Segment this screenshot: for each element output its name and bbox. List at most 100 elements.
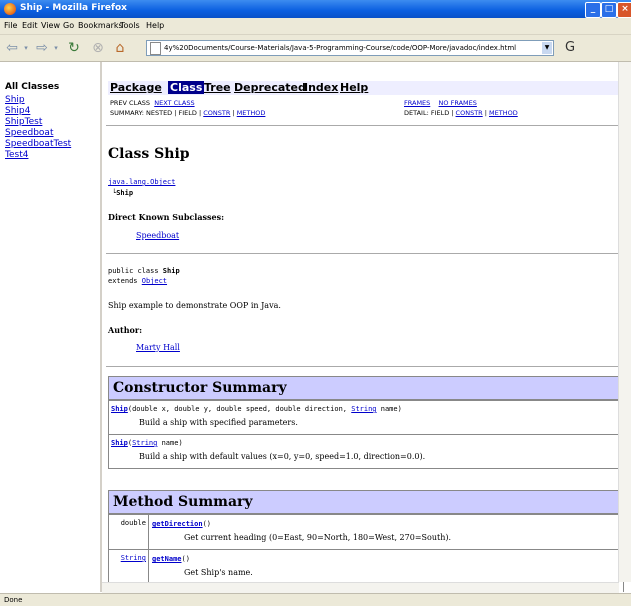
nav-class-current: Class [168, 81, 205, 94]
nav-tree[interactable]: Tree [204, 81, 231, 94]
detail-links: DETAIL: FIELD | CONSTR | METHOD [404, 109, 518, 117]
summary-method-link[interactable]: METHOD [237, 109, 266, 117]
extends-line: extends Object [108, 277, 167, 285]
method-description: Get Ship's name. [184, 568, 253, 577]
go-icon[interactable]: G [565, 40, 581, 56]
subclass-link-speedboat[interactable]: Speedboat [136, 231, 179, 240]
class-title: Class Ship [108, 146, 190, 162]
table-row: double getDirection() Get current headin… [109, 514, 623, 549]
summary-constr-link[interactable]: CONSTR [203, 109, 230, 117]
table-row: Ship(double x, double y, double speed, d… [109, 400, 623, 434]
method-summary-table: Method Summary double getDirection() Get… [108, 490, 624, 592]
decl-name: Ship [162, 267, 180, 275]
return-type-link[interactable]: String [121, 554, 146, 562]
all-classes-heading: All Classes [5, 82, 60, 92]
vertical-scrollbar[interactable] [618, 62, 631, 582]
detail-prefix: DETAIL: FIELD | [404, 109, 454, 117]
back-arrow-icon[interactable]: ⇦ [4, 40, 20, 56]
divider [106, 253, 624, 254]
no-frames-link[interactable]: NO FRAMES [439, 99, 477, 107]
home-icon[interactable]: ⌂ [112, 40, 128, 56]
menu-help[interactable]: Help [146, 21, 164, 30]
subclasses-label: Direct Known Subclasses: [108, 212, 225, 222]
class-link-test4[interactable]: Test4 [5, 150, 28, 160]
table-row: String getName() Get Ship's name. [109, 549, 623, 584]
detail-method-link[interactable]: METHOD [489, 109, 518, 117]
menu-go[interactable]: Go [63, 21, 74, 30]
constructor-link[interactable]: Ship [111, 405, 128, 413]
firefox-icon [4, 3, 16, 15]
table-row: Ship(String name) Build a ship with defa… [109, 434, 623, 468]
minimize-button[interactable]: _ [585, 2, 601, 18]
frames-links: FRAMES NO FRAMES [404, 99, 477, 107]
method-link[interactable]: getName [152, 555, 182, 563]
string-type-link[interactable]: String [132, 439, 157, 447]
url-text: 4y%20Documents/Course-Materials/Java-5-P… [164, 44, 517, 52]
detail-constr-link[interactable]: CONSTR [456, 109, 483, 117]
url-dropdown-icon[interactable]: ▼ [542, 42, 552, 54]
method-signature: getDirection() [152, 520, 211, 528]
status-bar: Done [0, 593, 631, 606]
forward-arrow-icon[interactable]: ⇨ [34, 40, 50, 56]
hierarchy-parent-link[interactable]: java.lang.Object [108, 178, 175, 186]
nav-deprecated[interactable]: Deprecated [234, 81, 306, 94]
divider [106, 125, 624, 126]
window-title: Ship - Mozilla Firefox [20, 3, 127, 13]
all-classes-frame: All Classes Ship Ship4 ShipTest Speedboa… [0, 62, 102, 592]
navigation-toolbar: ⇦ ▾ ⇨ ▾ ↻ ⊗ ⌂ 4y%20Documents/Course-Mate… [0, 35, 631, 62]
constructor-params-post: name) [157, 439, 183, 447]
nav-help[interactable]: Help [340, 81, 368, 94]
divider [106, 366, 624, 367]
stop-icon[interactable]: ⊗ [90, 40, 106, 56]
class-detail-frame: Package Class Tree Deprecated Index Help… [102, 62, 631, 592]
return-type: double [120, 519, 146, 527]
constructor-params-pre: (double x, double y, double speed, doubl… [127, 405, 352, 413]
menu-edit[interactable]: Edit [22, 21, 38, 30]
class-link-speedboattest[interactable]: SpeedboatTest [5, 139, 71, 149]
class-link-shiptest[interactable]: ShipTest [5, 117, 42, 127]
javadoc-navbar: Package Class Tree Deprecated Index Help [108, 81, 622, 95]
status-text: Done [4, 596, 23, 604]
menu-tools[interactable]: Tools [120, 21, 140, 30]
class-link-speedboat[interactable]: Speedboat [5, 128, 53, 138]
constructor-description: Build a ship with specified parameters. [139, 418, 298, 427]
author-link[interactable]: Marty Hall [136, 343, 180, 352]
hierarchy-child: └Ship [112, 189, 134, 197]
method-params: () [202, 520, 212, 528]
decl-prefix: public class [108, 267, 159, 275]
summary-links: SUMMARY: NESTED | FIELD | CONSTR | METHO… [110, 109, 266, 117]
close-button[interactable]: × [617, 2, 631, 18]
nav-index[interactable]: Index [304, 81, 338, 94]
constructor-link[interactable]: Ship [111, 439, 128, 447]
method-signature: getName() [152, 555, 190, 563]
class-declaration: public class Ship [108, 267, 180, 275]
prev-class-text: PREV CLASS [110, 99, 151, 107]
method-summary-heading: Method Summary [109, 491, 623, 514]
summary-prefix: SUMMARY: NESTED | FIELD | [110, 109, 202, 117]
url-bar[interactable]: 4y%20Documents/Course-Materials/Java-5-P… [146, 40, 554, 56]
frames-link[interactable]: FRAMES [404, 99, 430, 107]
constructor-signature: Ship(double x, double y, double speed, d… [111, 405, 402, 413]
constructor-summary-heading: Constructor Summary [109, 377, 623, 400]
class-link-ship4[interactable]: Ship4 [5, 106, 30, 116]
method-link[interactable]: getDirection [152, 520, 203, 528]
string-type-link[interactable]: String [351, 405, 376, 413]
author-label: Author: [108, 325, 143, 335]
class-link-ship[interactable]: Ship [5, 95, 25, 105]
forward-dropdown-icon[interactable]: ▾ [52, 40, 60, 56]
return-type-cell: String [109, 550, 149, 584]
back-dropdown-icon[interactable]: ▾ [22, 40, 30, 56]
menu-bookmarks[interactable]: Bookmarks [78, 21, 123, 30]
nav-package[interactable]: Package [110, 81, 162, 94]
menu-file[interactable]: File [4, 21, 17, 30]
next-class-link[interactable]: NEXT CLASS [154, 99, 194, 107]
prev-next-links: PREV CLASS NEXT CLASS [110, 99, 195, 107]
maximize-button[interactable]: □ [601, 2, 617, 18]
reload-icon[interactable]: ↻ [66, 40, 82, 56]
class-description: Ship example to demonstrate OOP in Java. [108, 301, 281, 310]
extends-object-link[interactable]: Object [142, 277, 167, 285]
menu-view[interactable]: View [41, 21, 60, 30]
menu-bar: File Edit View Go Bookmarks Tools Help [0, 18, 631, 35]
window-title-bar: Ship - Mozilla Firefox _ □ × [0, 0, 631, 18]
constructor-description: Build a ship with default values (x=0, y… [139, 452, 426, 461]
